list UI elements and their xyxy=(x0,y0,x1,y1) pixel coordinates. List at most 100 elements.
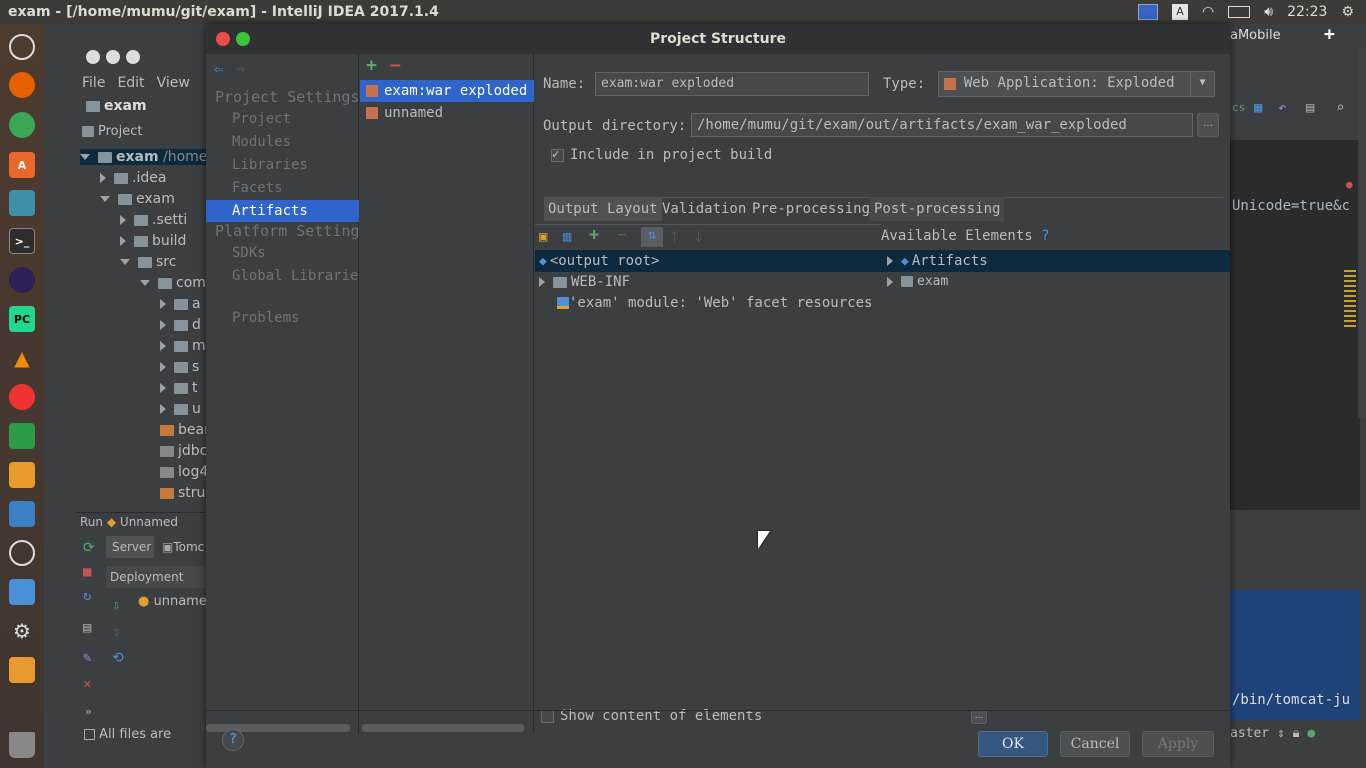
volume-icon[interactable]: 🔊︎ xyxy=(1264,4,1273,20)
nav-project[interactable]: Project xyxy=(232,111,291,127)
tree-item[interactable]: .setti xyxy=(120,212,187,228)
tree-item[interactable]: log4 xyxy=(160,464,206,480)
tab-validation[interactable]: Validation xyxy=(658,197,750,221)
nav-facets[interactable]: Facets xyxy=(232,180,283,196)
chrome-icon[interactable] xyxy=(9,112,35,138)
tree-item[interactable]: src xyxy=(120,254,176,270)
tree-row[interactable]: 'exam' module: 'Web' facet resources xyxy=(535,292,881,314)
pycharm-icon[interactable]: PC xyxy=(9,306,35,332)
apply-button[interactable]: Apply xyxy=(1142,731,1214,757)
tree-item[interactable]: d xyxy=(160,317,201,333)
close-icon[interactable] xyxy=(216,32,230,46)
search-icon[interactable]: ⌕ xyxy=(1336,100,1344,116)
music-player-icon[interactable] xyxy=(9,384,35,410)
close-icon[interactable] xyxy=(86,50,100,64)
sort-icon[interactable]: ⇅ xyxy=(641,227,663,247)
tree-row-selected[interactable]: ◆ Artifacts xyxy=(881,250,1230,272)
eclipse-icon[interactable] xyxy=(9,267,35,293)
maximize-icon[interactable] xyxy=(126,50,140,64)
tree-item[interactable]: u xyxy=(160,401,201,417)
more-icon[interactable]: » xyxy=(85,704,92,720)
tab-post-processing[interactable]: Post-processing xyxy=(870,197,1005,221)
nav-artifacts[interactable]: Artifacts xyxy=(232,203,308,219)
terminal-icon[interactable]: >_ xyxy=(9,228,35,254)
console-area[interactable]: /bin/tomcat-ju xyxy=(1230,590,1360,720)
type-select[interactable]: Web Application: Exploded ▼ xyxy=(938,71,1215,97)
battery-icon[interactable] xyxy=(1228,6,1251,18)
rerun-icon[interactable]: ⟳ xyxy=(83,540,95,556)
text-editor-icon[interactable] xyxy=(9,501,35,527)
remove-icon[interactable]: − xyxy=(617,227,627,244)
menu-view[interactable]: View xyxy=(157,75,190,91)
nav-global-libraries[interactable]: Global Libraries xyxy=(232,268,367,284)
add-copy-icon[interactable]: + xyxy=(589,227,599,244)
vlc-icon[interactable]: ▲ xyxy=(9,345,35,371)
tree-item[interactable]: .idea xyxy=(100,170,166,186)
back-icon[interactable]: ⇦ xyxy=(214,61,223,77)
move-up-icon[interactable]: 🡑 xyxy=(671,229,678,245)
vcs-revert-icon[interactable]: ↶ xyxy=(1278,100,1286,116)
tomcat-log-tab[interactable]: ▣Tomc xyxy=(158,536,206,558)
structure-icon[interactable]: ▤ xyxy=(1306,100,1314,116)
minimize-icon[interactable] xyxy=(106,50,120,64)
ok-button[interactable]: OK xyxy=(978,731,1048,757)
new-tab-icon[interactable]: + xyxy=(1324,24,1344,48)
tree-row[interactable]: WEB-INF xyxy=(535,271,881,293)
browse-button[interactable]: ... xyxy=(1197,113,1219,137)
output-directory-field[interactable]: /home/mumu/git/exam/out/artifacts/exam_w… xyxy=(691,113,1193,137)
create-directory-icon[interactable]: ▣ xyxy=(539,229,547,245)
update-icon[interactable]: ⟲ xyxy=(112,650,124,666)
tree-item[interactable]: stru xyxy=(160,485,205,501)
tree-item[interactable]: com. xyxy=(140,275,206,291)
deploy-icon[interactable]: ⇩ xyxy=(112,598,120,614)
tree-item[interactable]: m xyxy=(160,338,206,354)
tree-row-selected[interactable]: ◆ <output root> xyxy=(535,250,881,272)
clock[interactable]: 22:23 xyxy=(1287,4,1327,20)
add-icon[interactable]: + xyxy=(366,57,377,75)
deployment-item[interactable]: ● unname xyxy=(138,594,206,614)
power-gear-icon[interactable]: ⚙ xyxy=(1341,4,1354,20)
forward-icon[interactable]: ⇨ xyxy=(236,61,245,77)
close-run-icon[interactable]: ✕ xyxy=(83,676,91,692)
archive-icon[interactable] xyxy=(9,657,35,683)
tree-item[interactable]: bear xyxy=(160,422,206,438)
archive-icon[interactable]: ▥ xyxy=(563,229,571,245)
remove-icon[interactable]: − xyxy=(390,57,401,75)
workspace-icon[interactable] xyxy=(1138,4,1159,20)
git-status[interactable]: aster ⇕ 🔒︎ ● xyxy=(1230,726,1366,746)
cancel-button[interactable]: Cancel xyxy=(1060,731,1130,757)
network-tool-icon[interactable] xyxy=(9,190,35,216)
help-icon[interactable]: ? xyxy=(222,729,244,751)
tree-item[interactable]: exam xyxy=(100,191,175,207)
firefox-icon[interactable] xyxy=(9,72,35,98)
artifact-item[interactable]: unnamed xyxy=(360,102,534,124)
tab-pre-processing[interactable]: Pre-processing xyxy=(748,197,874,221)
vcs-commit-icon[interactable]: ▦ xyxy=(1254,100,1262,116)
menu-file[interactable]: File xyxy=(82,75,105,91)
stop-icon[interactable]: ■ xyxy=(83,564,91,580)
tree-row[interactable]: exam xyxy=(881,271,1230,293)
image-viewer-icon[interactable] xyxy=(9,462,35,488)
include-in-build-checkbox[interactable]: Include in project build xyxy=(551,147,772,163)
name-field[interactable]: exam:war exploded xyxy=(595,72,869,96)
tree-root[interactable]: exam /home. xyxy=(80,149,206,165)
nav-sdks[interactable]: SDKs xyxy=(232,245,266,261)
dump-icon[interactable]: ▤ xyxy=(83,620,91,636)
refresh-icon[interactable]: ↻ xyxy=(83,588,91,604)
ide-scrollbar[interactable] xyxy=(1358,48,1366,418)
tree-item[interactable]: build xyxy=(120,233,186,249)
trash-icon[interactable] xyxy=(9,732,35,758)
home-folder-icon[interactable] xyxy=(9,579,35,605)
tree-item[interactable]: s xyxy=(160,359,199,375)
android-studio-icon[interactable] xyxy=(9,540,35,566)
software-center-icon[interactable]: A xyxy=(9,152,35,178)
settings-icon[interactable]: ⚙ xyxy=(9,618,35,644)
ubuntu-dash-icon[interactable] xyxy=(9,34,35,60)
nav-problems[interactable]: Problems xyxy=(232,310,299,326)
keyboard-icon[interactable]: A xyxy=(1172,4,1189,20)
artifact-item-selected[interactable]: exam:war exploded xyxy=(360,80,534,102)
help-icon[interactable]: ? xyxy=(1041,228,1049,244)
spreadsheet-icon[interactable] xyxy=(9,423,35,449)
wifi-icon[interactable]: ◠ xyxy=(1202,4,1214,20)
nav-modules[interactable]: Modules xyxy=(232,134,291,150)
